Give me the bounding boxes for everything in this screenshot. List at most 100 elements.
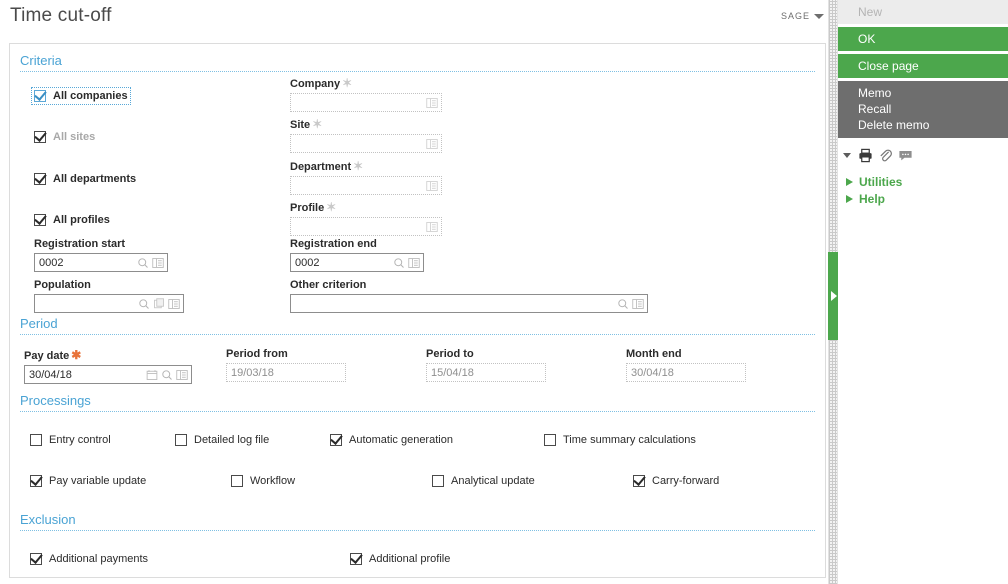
- month-end-input[interactable]: 30/04/18: [626, 363, 746, 382]
- print-icon[interactable]: [858, 148, 873, 163]
- checkbox-all-companies[interactable]: All companies: [31, 87, 131, 105]
- checkbox-label: Time summary calculations: [563, 434, 696, 446]
- checkbox-label: All companies: [53, 90, 128, 102]
- action-panel: New OK Close page Memo Recall Delete mem…: [838, 0, 1008, 584]
- section-title-processings: Processings: [20, 393, 91, 408]
- checkbox-box-icon: [350, 553, 362, 565]
- memo-item[interactable]: Memo: [858, 85, 1008, 101]
- other-criterion-input[interactable]: [290, 294, 648, 313]
- attachment-icon[interactable]: [878, 148, 893, 163]
- list-lookup-icon[interactable]: [426, 221, 438, 233]
- section-divider: [20, 71, 815, 72]
- checkbox-label: Detailed log file: [194, 434, 270, 446]
- period-from-input[interactable]: 19/03/18: [226, 363, 346, 382]
- field-label-registration-start: Registration start: [34, 238, 126, 250]
- checkbox-box-icon: [175, 434, 187, 446]
- checkbox-label: Analytical update: [451, 475, 535, 487]
- checkbox-label: All profiles: [53, 214, 110, 226]
- checkbox-entry-control[interactable]: Entry control: [30, 434, 111, 446]
- search-icon[interactable]: [138, 298, 150, 310]
- checkbox-label: Automatic generation: [349, 434, 453, 446]
- checkbox-box-icon: [30, 475, 42, 487]
- profile-input[interactable]: [290, 217, 442, 236]
- field-label-pay-date: Pay date ✱: [24, 348, 82, 362]
- site-input[interactable]: [290, 134, 442, 153]
- selection-icon[interactable]: [153, 297, 165, 310]
- checkbox-label: Pay variable update: [49, 475, 147, 487]
- checkbox-automatic-generation[interactable]: Automatic generation: [330, 434, 453, 446]
- optional-marker-icon: ✶: [312, 117, 323, 131]
- search-icon[interactable]: [137, 257, 149, 269]
- checkbox-all-profiles[interactable]: All profiles: [34, 214, 110, 226]
- checkbox-detailed-log-file[interactable]: Detailed log file: [175, 434, 269, 446]
- checkbox-label: Carry-forward: [652, 475, 720, 487]
- menu-label: Utilities: [859, 175, 903, 189]
- checkbox-carry-forward[interactable]: Carry-forward: [633, 475, 719, 487]
- search-icon[interactable]: [161, 369, 173, 381]
- list-lookup-icon[interactable]: [426, 138, 438, 150]
- field-label-other-criterion: Other criterion: [290, 279, 367, 291]
- list-lookup-icon[interactable]: [152, 257, 164, 269]
- section-processings: Processings Entry control Detailed log f…: [10, 393, 825, 509]
- list-lookup-icon[interactable]: [168, 298, 180, 310]
- triangle-right-icon: [846, 195, 853, 203]
- menu-item-utilities[interactable]: Utilities: [838, 174, 1008, 190]
- month-end-value: 30/04/18: [631, 366, 674, 379]
- field-label-month-end: Month end: [626, 348, 682, 360]
- list-lookup-icon[interactable]: [426, 97, 438, 109]
- search-icon[interactable]: [617, 298, 629, 310]
- pay-date-input[interactable]: 30/04/18: [24, 365, 192, 384]
- list-lookup-icon[interactable]: [426, 180, 438, 192]
- section-exclusion: Exclusion Additional payments Additional…: [10, 512, 825, 577]
- section-divider: [20, 411, 815, 412]
- ok-button[interactable]: OK: [838, 27, 1008, 51]
- period-to-input[interactable]: 15/04/18: [426, 363, 546, 382]
- optional-marker-icon: ✶: [342, 76, 353, 90]
- required-marker-icon: ✱: [71, 348, 82, 362]
- checkbox-box-icon: [432, 475, 444, 487]
- checkbox-box-icon: [231, 475, 243, 487]
- section-criteria: Criteria All companies All sites All dep…: [10, 44, 825, 314]
- period-from-value: 19/03/18: [231, 366, 274, 379]
- optional-marker-icon: ✶: [326, 200, 337, 214]
- checkbox-box-icon: [34, 214, 46, 226]
- chevron-down-icon[interactable]: [814, 14, 824, 19]
- department-input[interactable]: [290, 176, 442, 195]
- list-lookup-icon[interactable]: [408, 257, 420, 269]
- comment-icon[interactable]: [898, 148, 913, 163]
- checkbox-pay-variable-update[interactable]: Pay variable update: [30, 475, 146, 487]
- checkbox-label: Workflow: [250, 475, 296, 487]
- dropdown-caret-icon[interactable]: [843, 152, 851, 158]
- close-page-button[interactable]: Close page: [838, 54, 1008, 78]
- checkbox-workflow[interactable]: Workflow: [231, 475, 295, 487]
- calendar-icon[interactable]: [146, 369, 158, 381]
- checkbox-time-summary-calculations[interactable]: Time summary calculations: [544, 434, 696, 446]
- section-divider: [20, 530, 815, 531]
- search-icon[interactable]: [393, 257, 405, 269]
- panel-expand-tab[interactable]: [828, 252, 838, 340]
- delete-memo-item[interactable]: Delete memo: [858, 117, 1008, 133]
- field-label-period-from: Period from: [226, 348, 288, 360]
- field-label-registration-end: Registration end: [290, 238, 377, 250]
- field-label-period-to: Period to: [426, 348, 474, 360]
- checkbox-additional-payments[interactable]: Additional payments: [30, 553, 148, 565]
- section-period: Period Pay date ✱ 30/04/18 Period from 1…: [10, 316, 825, 389]
- toolbar-icons: [838, 144, 1008, 166]
- checkbox-box-icon: [544, 434, 556, 446]
- menu-item-help[interactable]: Help: [838, 191, 1008, 207]
- population-input[interactable]: [34, 294, 184, 313]
- page-header: Time cut-off SAGE: [0, 0, 836, 36]
- registration-end-input[interactable]: 0002: [290, 253, 424, 272]
- application-window: Time cut-off SAGE Criteria All companies: [0, 0, 1008, 584]
- registration-start-input[interactable]: 0002: [34, 253, 168, 272]
- checkbox-all-departments[interactable]: All departments: [34, 173, 136, 185]
- company-input[interactable]: [290, 93, 442, 112]
- field-label-company: Company ✶: [290, 76, 353, 90]
- checkbox-additional-profile[interactable]: Additional profile: [350, 553, 450, 565]
- new-button: New: [838, 0, 1008, 24]
- checkbox-analytical-update[interactable]: Analytical update: [432, 475, 535, 487]
- recall-item[interactable]: Recall: [858, 101, 1008, 117]
- list-lookup-icon[interactable]: [176, 369, 188, 381]
- list-lookup-icon[interactable]: [632, 298, 644, 310]
- section-title-criteria: Criteria: [20, 53, 62, 68]
